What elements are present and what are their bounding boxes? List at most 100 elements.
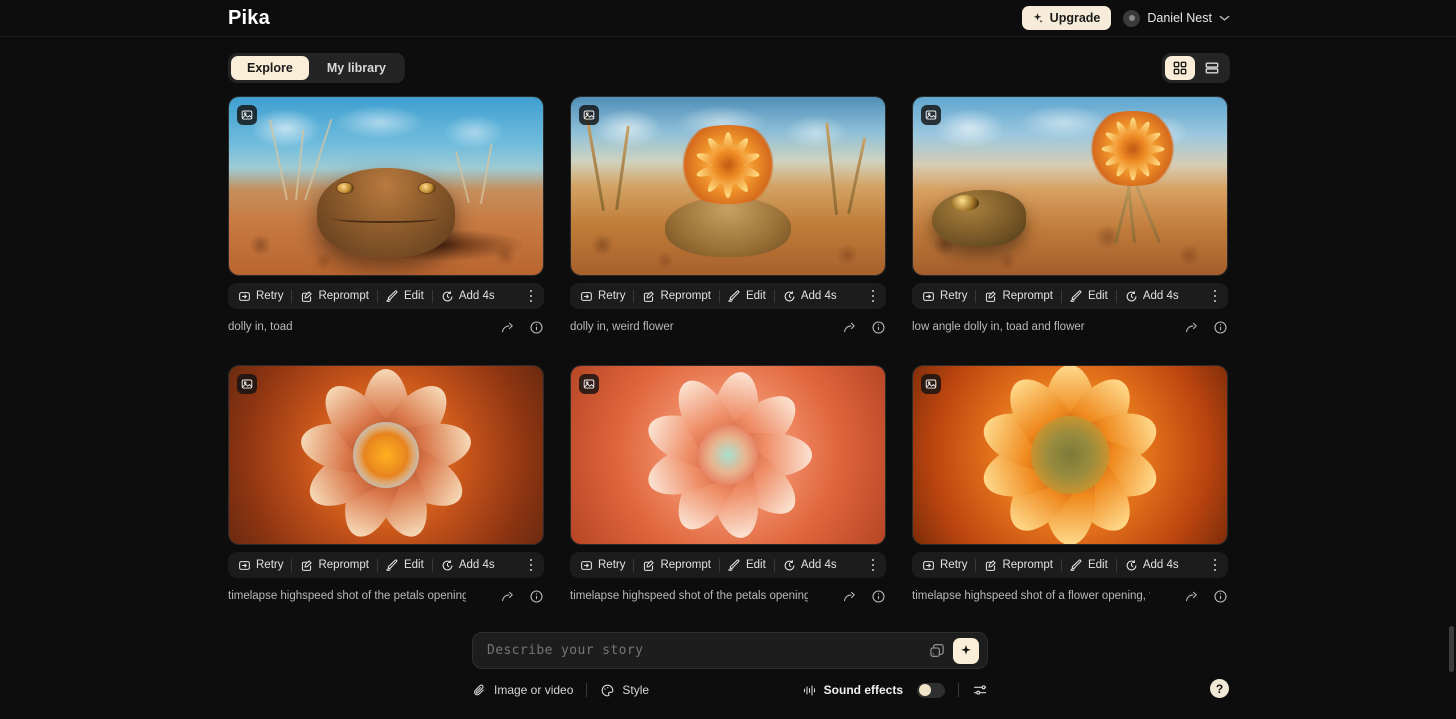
generate-button[interactable] [953, 638, 979, 664]
retry-label: Retry [940, 290, 967, 302]
share-icon[interactable] [500, 589, 515, 604]
retry-button[interactable]: Retry [572, 283, 633, 309]
video-card: Retry Reprompt Edit Add 4s [570, 96, 886, 347]
retry-button[interactable]: Retry [230, 552, 291, 578]
share-icon[interactable] [1184, 320, 1199, 335]
sparkle-icon [1031, 12, 1044, 25]
settings-button[interactable] [972, 682, 988, 698]
add-duration-button[interactable]: Add 4s [775, 552, 845, 578]
reprompt-button[interactable]: Reprompt [292, 283, 377, 309]
edit-button[interactable]: Edit [1062, 552, 1116, 578]
card-caption: low angle dolly in, toad and flower [912, 321, 1085, 333]
reprompt-button[interactable]: Reprompt [976, 552, 1061, 578]
add-duration-button[interactable]: Add 4s [1117, 283, 1187, 309]
grid-view-icon[interactable] [1165, 56, 1195, 80]
prompt-input[interactable] [487, 643, 924, 658]
tab-explore[interactable]: Explore [231, 56, 309, 80]
list-view-icon[interactable] [1197, 56, 1227, 80]
more-options-button[interactable] [1204, 552, 1226, 578]
help-button[interactable]: ? [1210, 679, 1229, 698]
info-icon[interactable] [871, 589, 886, 604]
video-thumbnail[interactable] [912, 96, 1228, 276]
add-duration-button[interactable]: Add 4s [433, 552, 503, 578]
tab-my-library[interactable]: My library [311, 56, 402, 80]
divider [958, 683, 959, 697]
edit-button[interactable]: Edit [378, 283, 432, 309]
edit-button[interactable]: Edit [720, 283, 774, 309]
card-caption-row: timelapse highspeed shot of a flower ope… [912, 587, 1228, 605]
retry-button[interactable]: Retry [572, 552, 633, 578]
info-icon[interactable] [529, 320, 544, 335]
share-icon[interactable] [842, 320, 857, 335]
header-divider [0, 36, 1456, 37]
card-caption-row: low angle dolly in, toad and flower [912, 318, 1228, 336]
more-options-button[interactable] [520, 283, 542, 309]
add-duration-button[interactable]: Add 4s [1117, 552, 1187, 578]
more-options-button[interactable] [520, 552, 542, 578]
paperclip-icon [472, 683, 487, 698]
video-card: Retry Reprompt Edit Add 4s [912, 365, 1228, 616]
video-grid: Retry Reprompt Edit Add 4s [228, 96, 1230, 616]
more-options-button[interactable] [862, 552, 884, 578]
reprompt-button[interactable]: Reprompt [292, 552, 377, 578]
edit-label: Edit [404, 559, 424, 571]
reprompt-button[interactable]: Reprompt [634, 283, 719, 309]
image-or-video-button[interactable]: Image or video [472, 683, 573, 698]
more-options-button[interactable] [862, 283, 884, 309]
retry-button[interactable]: Retry [230, 283, 291, 309]
video-thumbnail[interactable] [912, 365, 1228, 545]
edit-button[interactable]: Edit [1062, 283, 1116, 309]
edit-label: Edit [1088, 559, 1108, 571]
upgrade-button[interactable]: Upgrade [1022, 6, 1112, 30]
prompt-box[interactable] [472, 632, 988, 669]
info-icon[interactable] [871, 320, 886, 335]
edit-label: Edit [746, 290, 766, 302]
add-duration-label: Add 4s [459, 559, 495, 571]
card-caption: timelapse highspeed shot of the petals o… [228, 590, 466, 602]
image-badge-icon [237, 374, 257, 394]
add-duration-button[interactable]: Add 4s [433, 283, 503, 309]
reprompt-label: Reprompt [660, 559, 711, 571]
video-thumbnail[interactable] [570, 365, 886, 545]
video-thumbnail[interactable] [570, 96, 886, 276]
retry-label: Retry [256, 290, 283, 302]
video-thumbnail[interactable] [228, 365, 544, 545]
card-action-bar: Retry Reprompt Edit Add 4s [228, 552, 544, 578]
card-caption-row: dolly in, weird flower [570, 318, 886, 336]
video-thumbnail[interactable] [228, 96, 544, 276]
scrollbar-thumb[interactable] [1449, 626, 1454, 672]
info-icon[interactable] [1213, 320, 1228, 335]
dice-icon[interactable] [924, 638, 950, 664]
palette-icon [600, 683, 615, 698]
edit-label: Edit [746, 559, 766, 571]
info-icon[interactable] [1213, 589, 1228, 604]
waveform-icon [802, 683, 817, 698]
sound-effects-control[interactable]: Sound effects [802, 683, 945, 698]
card-action-bar: Retry Reprompt Edit Add 4s [570, 283, 886, 309]
style-button[interactable]: Style [600, 683, 649, 698]
edit-button[interactable]: Edit [378, 552, 432, 578]
reprompt-button[interactable]: Reprompt [976, 283, 1061, 309]
style-label: Style [622, 683, 649, 697]
upgrade-label: Upgrade [1050, 11, 1101, 25]
info-icon[interactable] [529, 589, 544, 604]
add-duration-label: Add 4s [1143, 559, 1179, 571]
reprompt-button[interactable]: Reprompt [634, 552, 719, 578]
share-icon[interactable] [842, 589, 857, 604]
avatar [1123, 10, 1140, 27]
share-icon[interactable] [500, 320, 515, 335]
pika-logo[interactable]: Pika [228, 7, 270, 30]
view-tabs: Explore My library [228, 53, 405, 83]
account-menu[interactable]: Daniel Nest [1123, 10, 1230, 27]
add-duration-label: Add 4s [459, 290, 495, 302]
retry-button[interactable]: Retry [914, 283, 975, 309]
add-duration-label: Add 4s [801, 559, 837, 571]
edit-button[interactable]: Edit [720, 552, 774, 578]
sound-effects-toggle[interactable] [917, 683, 945, 698]
more-options-button[interactable] [1204, 283, 1226, 309]
retry-button[interactable]: Retry [914, 552, 975, 578]
share-icon[interactable] [1184, 589, 1199, 604]
reprompt-label: Reprompt [318, 559, 369, 571]
add-duration-button[interactable]: Add 4s [775, 283, 845, 309]
card-caption-row: timelapse highspeed shot of the petals o… [228, 587, 544, 605]
